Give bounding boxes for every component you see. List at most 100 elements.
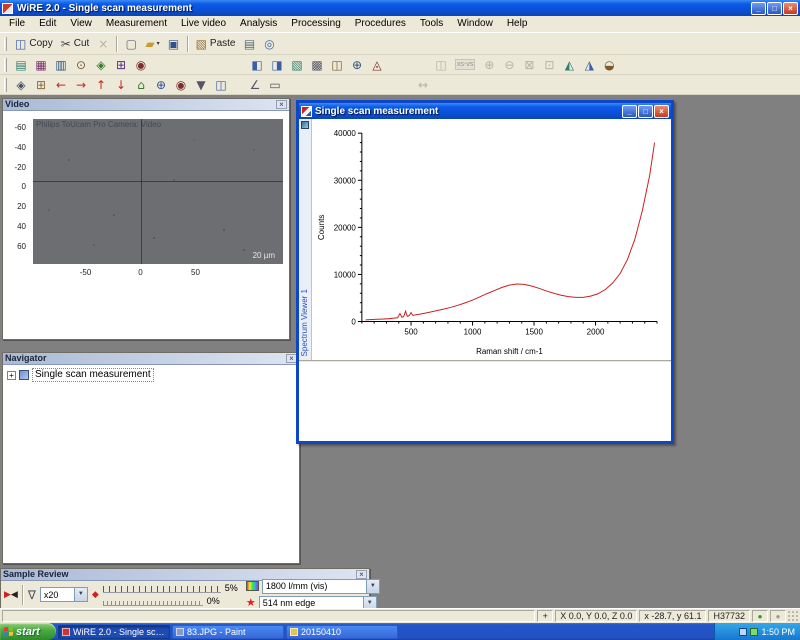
world-view-button[interactable]: ⊕ <box>152 76 170 94</box>
contour-view-button[interactable]: ◒ <box>600 56 618 74</box>
menu-analysis[interactable]: Analysis <box>233 16 284 32</box>
depth-series-button[interactable]: ▥ <box>52 56 70 74</box>
measure-angle-button[interactable]: ∠ <box>246 76 264 94</box>
tree-expander-icon[interactable]: + <box>7 371 16 380</box>
zoom-button[interactable]: ◎ <box>261 35 279 53</box>
menu-window[interactable]: Window <box>450 16 500 32</box>
copy-button[interactable]: ◫Copy <box>12 35 56 53</box>
export-image-button[interactable]: ◫ <box>432 56 450 74</box>
spectrum-chart[interactable]: 010000200003000040000500100015002000Rama… <box>312 119 671 360</box>
menu-measurement[interactable]: Measurement <box>99 16 174 32</box>
montage-button[interactable]: ⊞ <box>112 56 130 74</box>
laser-shutter-button[interactable]: ▶ ◀ <box>4 590 18 599</box>
menu-view[interactable]: View <box>63 16 99 32</box>
tray-network-icon[interactable] <box>739 628 747 636</box>
ruler-button[interactable]: ▭ <box>266 76 284 94</box>
zoom-out-button[interactable]: ⊖ <box>500 56 518 74</box>
menu-tools[interactable]: Tools <box>413 16 450 32</box>
paste-button[interactable]: ▧Paste <box>193 35 239 53</box>
spectrum-close-button[interactable]: × <box>654 105 669 118</box>
objective-select[interactable]: x20 ▼ <box>40 587 88 602</box>
window-new-button[interactable]: ◧ <box>248 56 266 74</box>
sample-review-button[interactable]: ◉ <box>172 76 190 94</box>
save-button[interactable]: ▣ <box>165 35 183 53</box>
menu-live-video[interactable]: Live video <box>174 16 233 32</box>
menu-edit[interactable]: Edit <box>32 16 63 32</box>
overlay-view-button[interactable]: ◫ <box>328 56 346 74</box>
chart-area[interactable]: 010000200003000040000500100015002000Rama… <box>312 119 671 360</box>
laser-power-fine-slider[interactable] <box>103 601 203 606</box>
toolbar-measurement: ▤▦▥⊙◈⊞◉◧◨▧▩◫⊕◬◫xs-vs⊕⊖⊠⊡◭◮◒ <box>0 55 800 75</box>
spectrum-viewer-tab[interactable]: Spectrum Viewer 1 <box>299 119 312 360</box>
view-3d-button[interactable]: ◭ <box>560 56 578 74</box>
stage-down-button[interactable]: ↓ <box>112 76 130 94</box>
grating-select[interactable]: 1800 l/mm (vis) ▼ <box>262 579 380 594</box>
xs-vs-button[interactable]: xs-vs <box>452 56 478 74</box>
task-folder[interactable]: 20150410 <box>286 625 398 639</box>
resize-grip[interactable] <box>787 610 799 622</box>
start-button[interactable]: start <box>0 623 56 640</box>
spectrum-minimize-button[interactable]: _ <box>622 105 637 118</box>
minimize-button[interactable]: _ <box>751 2 766 15</box>
open-file-button[interactable]: ▰▾ <box>142 35 162 53</box>
close-button[interactable]: × <box>783 2 798 15</box>
spectral-acquisition-icon: ▤ <box>15 57 26 73</box>
chevron-down-icon[interactable]: ▼ <box>74 588 87 601</box>
chart-view-button[interactable]: ▧ <box>288 56 306 74</box>
pan-view-button[interactable]: ↔ <box>414 76 432 94</box>
pan-tool-button[interactable]: ⊠ <box>520 56 538 74</box>
camera-view[interactable]: Philips ToUcam Pro Camera: Video 20 µm <box>33 119 283 264</box>
stage-origin-button[interactable]: ◈ <box>12 76 30 94</box>
sample-review-content: ▶ ◀ ∇ x20 ▼ ◆ 5% 0% <box>1 581 369 608</box>
task-paint[interactable]: 83.JPG - Paint <box>172 625 284 639</box>
cut-button[interactable]: ✂Cut <box>58 35 93 53</box>
tray-status-icon[interactable] <box>750 628 758 636</box>
set-origin-button[interactable]: ⊞ <box>32 76 50 94</box>
title-bar[interactable]: WiRE 2.0 - Single scan measurement _ □ × <box>0 0 800 16</box>
marker-tool-button[interactable]: ◬ <box>368 56 386 74</box>
toolbar-grip[interactable] <box>4 37 7 51</box>
toolbar-grip[interactable] <box>4 58 7 72</box>
autofocus-button[interactable]: ▼ <box>192 76 210 94</box>
chevron-down-icon[interactable]: ▼ <box>366 580 379 593</box>
menu-procedures[interactable]: Procedures <box>348 16 413 32</box>
surface-view-button[interactable]: ◮ <box>580 56 598 74</box>
tree-item[interactable]: +Single scan measurement <box>5 367 297 383</box>
chevron-down-icon[interactable]: ▼ <box>363 597 376 609</box>
live-video-button[interactable]: ◈ <box>92 56 110 74</box>
cursor-tool-button[interactable]: ⊕ <box>348 56 366 74</box>
time-series-button[interactable]: ⊙ <box>72 56 90 74</box>
delete-button[interactable]: × <box>94 35 112 53</box>
laser-power-slider[interactable] <box>103 586 221 593</box>
measurement-queue-button[interactable]: ◉ <box>132 56 150 74</box>
video-close-icon[interactable]: × <box>276 100 287 109</box>
paste-button-label: Paste <box>210 38 236 49</box>
toolbar-grip[interactable] <box>4 78 7 92</box>
open-file-button-dropdown-icon[interactable]: ▾ <box>157 40 160 47</box>
map-acquisition-button[interactable]: ▦ <box>32 56 50 74</box>
video-title-bar[interactable]: Video × <box>3 99 289 111</box>
zoom-in-button[interactable]: ⊕ <box>480 56 498 74</box>
maximize-button[interactable]: □ <box>767 2 782 15</box>
spectrum-title-bar[interactable]: Single scan measurement _ □ × <box>299 103 671 119</box>
data-grid-button[interactable]: ▩ <box>308 56 326 74</box>
spectral-acquisition-button[interactable]: ▤ <box>12 56 30 74</box>
menu-help[interactable]: Help <box>500 16 535 32</box>
new-file-button[interactable]: ▢ <box>122 35 140 53</box>
stage-home-button[interactable]: ⌂ <box>132 76 150 94</box>
window-split-button[interactable]: ◨ <box>268 56 286 74</box>
select-region-button[interactable]: ⊡ <box>540 56 558 74</box>
stage-left-button[interactable]: ← <box>52 76 70 94</box>
pan-view-icon: ↔ <box>418 77 428 93</box>
menu-processing[interactable]: Processing <box>284 16 347 32</box>
stage-up-button[interactable]: ↑ <box>92 76 110 94</box>
stage-right-button[interactable]: → <box>72 76 90 94</box>
spectrum-maximize-button[interactable]: □ <box>638 105 653 118</box>
navigator-title-bar[interactable]: Navigator × <box>3 353 299 365</box>
video-snapshot-button[interactable]: ◫ <box>212 76 230 94</box>
print-button[interactable]: ▤ <box>241 35 259 53</box>
laser-select[interactable]: 514 nm edge ▼ <box>259 596 377 609</box>
menu-file[interactable]: File <box>2 16 32 32</box>
task-wire[interactable]: WiRE 2.0 - Single sca... <box>58 625 170 639</box>
status-stage-position: x -28.7, y 61.1 <box>639 610 706 622</box>
